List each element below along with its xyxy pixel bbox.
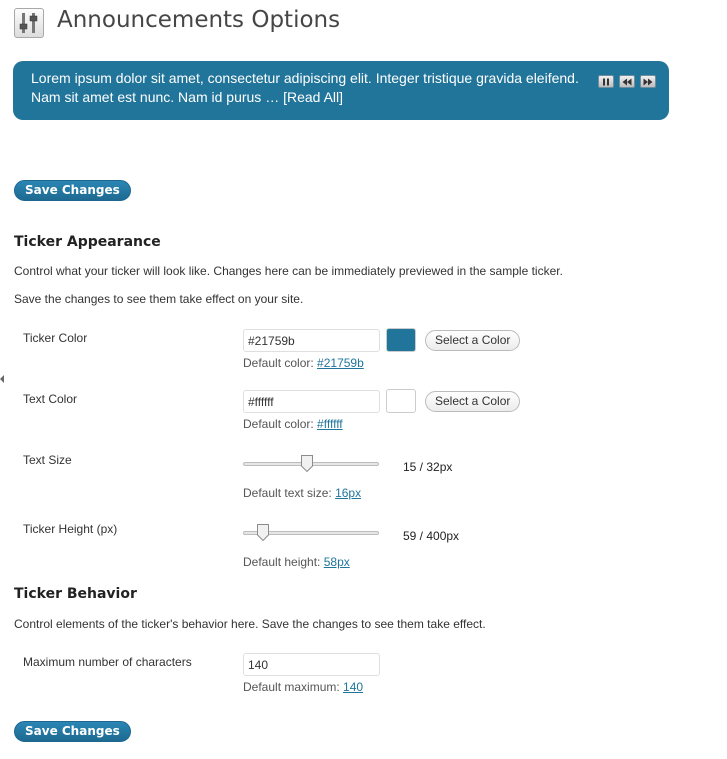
text-color-swatch[interactable] xyxy=(386,389,416,413)
ticker-color-swatch[interactable] xyxy=(386,328,416,352)
max-chars-input[interactable] xyxy=(243,653,380,676)
appearance-save-note: Save the changes to see them take effect… xyxy=(14,292,304,306)
ticker-color-label: Ticker Color xyxy=(23,331,88,345)
ticker-color-input[interactable] xyxy=(243,329,380,352)
read-all-link[interactable]: [Read All] xyxy=(283,89,343,105)
ticker-height-value: 59 / 400px xyxy=(403,529,460,543)
ticker-controls xyxy=(598,75,656,88)
fast-forward-button[interactable] xyxy=(640,75,656,88)
settings-sliders-icon xyxy=(14,8,44,38)
text-size-slider-handle[interactable] xyxy=(300,455,313,472)
text-size-label: Text Size xyxy=(23,453,72,467)
save-changes-button-bottom[interactable]: Save Changes xyxy=(14,721,131,742)
ticker-color-default-prefix: Default color: xyxy=(243,356,314,370)
max-chars-label: Maximum number of characters xyxy=(23,655,192,669)
text-size-value: 15 / 32px xyxy=(403,460,453,474)
ticker-height-default-prefix: Default height: xyxy=(243,555,321,569)
ticker-height-default-link[interactable]: 58px xyxy=(324,555,350,569)
ticker-height-label: Ticker Height (px) xyxy=(23,522,118,536)
text-color-default: Default color: #ffffff xyxy=(243,417,343,431)
max-chars-default-link[interactable]: 140 xyxy=(343,680,363,694)
behavior-description: Control elements of the ticker's behavio… xyxy=(14,617,486,631)
save-changes-button-top[interactable]: Save Changes xyxy=(14,180,131,201)
pause-button[interactable] xyxy=(598,75,614,88)
max-chars-default-prefix: Default maximum: xyxy=(243,680,340,694)
appearance-description: Control what your ticker will look like.… xyxy=(14,264,563,278)
text-color-select-button[interactable]: Select a Color xyxy=(425,391,521,412)
ticker-height-slider-handle[interactable] xyxy=(257,524,270,541)
rewind-button[interactable] xyxy=(619,75,635,88)
text-color-label: Text Color xyxy=(23,392,78,406)
page-title: Announcements Options xyxy=(57,7,341,33)
fast-forward-icon xyxy=(643,78,653,86)
ticker-color-select-button[interactable]: Select a Color xyxy=(425,330,521,351)
rewind-icon xyxy=(622,78,632,86)
sample-ticker: Lorem ipsum dolor sit amet, consectetur … xyxy=(13,61,669,120)
text-color-input[interactable] xyxy=(243,390,380,413)
ticker-color-default: Default color: #21759b xyxy=(243,356,364,370)
ticker-color-default-link[interactable]: #21759b xyxy=(317,356,364,370)
text-color-default-prefix: Default color: xyxy=(243,417,314,431)
max-chars-default: Default maximum: 140 xyxy=(243,680,363,694)
appearance-heading: Ticker Appearance xyxy=(14,234,161,250)
text-size-default-prefix: Default text size: xyxy=(243,486,332,500)
collapse-arrow-icon[interactable] xyxy=(0,375,4,383)
text-size-default-link[interactable]: 16px xyxy=(335,486,361,500)
pause-icon xyxy=(603,78,609,86)
ticker-height-default: Default height: 58px xyxy=(243,555,350,569)
text-color-default-link[interactable]: #ffffff xyxy=(317,417,343,431)
text-size-default: Default text size: 16px xyxy=(243,486,361,500)
behavior-heading: Ticker Behavior xyxy=(14,586,137,602)
